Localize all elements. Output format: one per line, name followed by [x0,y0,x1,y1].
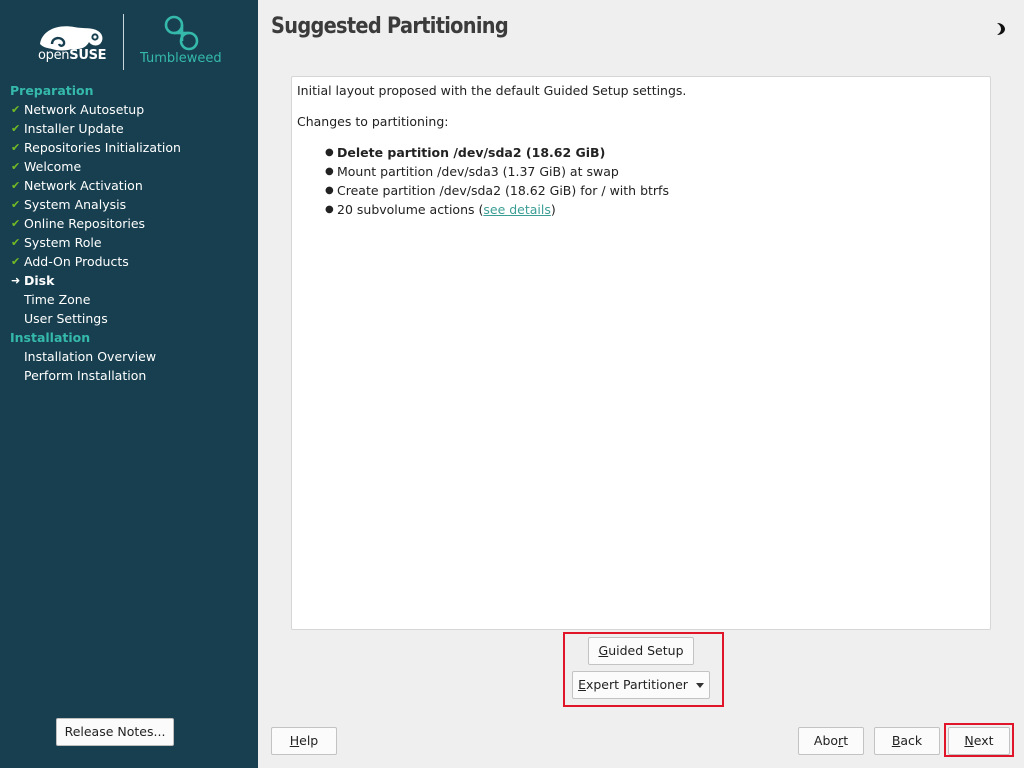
chevron-down-icon [695,683,704,688]
sidebar-step-installation-overview: Installation Overview [10,347,181,366]
sidebar-step-network-activation: ✔ Network Activation [10,176,181,195]
opensuse-wordmark: openSUSE [38,48,107,63]
section-heading-preparation: Preparation [10,83,94,98]
sidebar-step-welcome: ✔ Welcome [10,157,181,176]
sidebar-step-label: Add-On Products [24,254,129,269]
sidebar-step-time-zone: Time Zone [10,290,181,309]
sidebar-step-label: Network Activation [24,178,143,193]
sidebar-step-installer-update: ✔ Installer Update [10,119,181,138]
moon-icon[interactable] [994,22,1006,36]
check-icon: ✔ [11,122,21,135]
brand-open: open [38,48,70,63]
tumbleweed-wordmark: Tumbleweed [140,51,222,66]
next-mnemonic: N [964,733,974,748]
changes-heading: Changes to partitioning: [297,114,449,129]
abort-label-post: t [843,733,849,748]
sidebar-step-online-repositories: ✔ Online Repositories [10,214,181,233]
check-icon: ✔ [11,236,21,249]
arrow-right-icon: ➜ [11,274,21,287]
page-title: Suggested Partitioning [271,14,509,39]
see-details-link[interactable]: see details [483,202,551,217]
abort-button[interactable]: Abort [798,727,864,755]
subvolume-suffix: ) [550,202,556,217]
next-label: ext [973,733,994,748]
change-item-delete: Delete partition /dev/sda2 (18.62 GiB) [325,143,985,162]
sidebar-step-perform-installation: Perform Installation [10,366,181,385]
sidebar-step-system-role: ✔ System Role [10,233,181,252]
back-button[interactable]: Back [874,727,940,755]
logo-divider [123,14,124,70]
intro-text: Initial layout proposed with the default… [297,83,687,98]
change-item-mount: Mount partition /dev/sda3 (1.37 GiB) at … [325,162,985,181]
logo-area: openSUSE Tumbleweed [0,0,258,80]
sidebar-step-label: Time Zone [24,292,91,307]
sidebar-step-label: User Settings [24,311,108,326]
sidebar-step-label: System Analysis [24,197,127,212]
sidebar-step-label: Installer Update [24,121,124,136]
back-label: ack [900,733,923,748]
sidebar-step-network-autosetup: ✔ Network Autosetup [10,100,181,119]
sidebar-step-repositories-initialization: ✔ Repositories Initialization [10,138,181,157]
sidebar-step-label: Repositories Initialization [24,140,181,155]
sidebar-step-system-analysis: ✔ System Analysis [10,195,181,214]
installation-steps: Preparation ✔ Network Autosetup ✔ Installer … [10,81,181,385]
check-icon: ✔ [11,141,21,154]
expert-partitioner-menu-button[interactable]: Expert Partitioner [572,671,710,699]
abort-label-pre: Abo [813,733,839,748]
check-icon: ✔ [11,217,21,230]
expert-partitioner-mnemonic: E [578,677,586,692]
tumbleweed-logo [164,15,199,51]
help-label: elp [299,733,319,748]
guided-setup-mnemonic: G [598,643,609,658]
change-item-create: Create partition /dev/sda2 (18.62 GiB) f… [325,181,985,200]
sidebar: openSUSE Tumbleweed Preparation ✔ Network … [0,0,258,768]
guided-setup-label: uided Setup [608,643,684,658]
sidebar-step-user-settings: User Settings [10,309,181,328]
sidebar-step-disk: ➜ Disk [10,271,181,290]
sidebar-step-label: Installation Overview [24,349,157,364]
changes-list: Delete partition /dev/sda2 (18.62 GiB) M… [325,143,985,219]
sidebar-step-label: Online Repositories [24,216,146,231]
help-mnemonic: H [289,733,300,748]
check-icon: ✔ [11,255,21,268]
sidebar-step-label: Disk [24,273,55,288]
expert-partitioner-label: xpert Partitioner [585,677,688,692]
guided-setup-button[interactable]: Guided Setup [588,637,694,665]
brand-suse: SUSE [69,48,107,63]
check-icon: ✔ [11,198,21,211]
section-heading-installation: Installation [10,330,91,345]
change-item-subvolumes: 20 subvolume actions (see details) [325,200,985,219]
help-button[interactable]: Help [271,727,337,755]
sidebar-step-label: Network Autosetup [24,102,145,117]
sidebar-step-add-on-products: ✔ Add-On Products [10,252,181,271]
check-icon: ✔ [11,160,21,173]
sidebar-step-label: Welcome [24,159,82,174]
partitioning-summary: Initial layout proposed with the default… [291,76,991,630]
sidebar-step-label: System Role [24,235,102,250]
check-icon: ✔ [11,179,21,192]
check-icon: ✔ [11,103,21,116]
release-notes-button[interactable]: Release Notes... [56,718,174,746]
next-button[interactable]: Next [948,727,1010,755]
subvolume-text: 20 subvolume actions ( [337,202,484,217]
sidebar-step-label: Perform Installation [24,368,147,383]
